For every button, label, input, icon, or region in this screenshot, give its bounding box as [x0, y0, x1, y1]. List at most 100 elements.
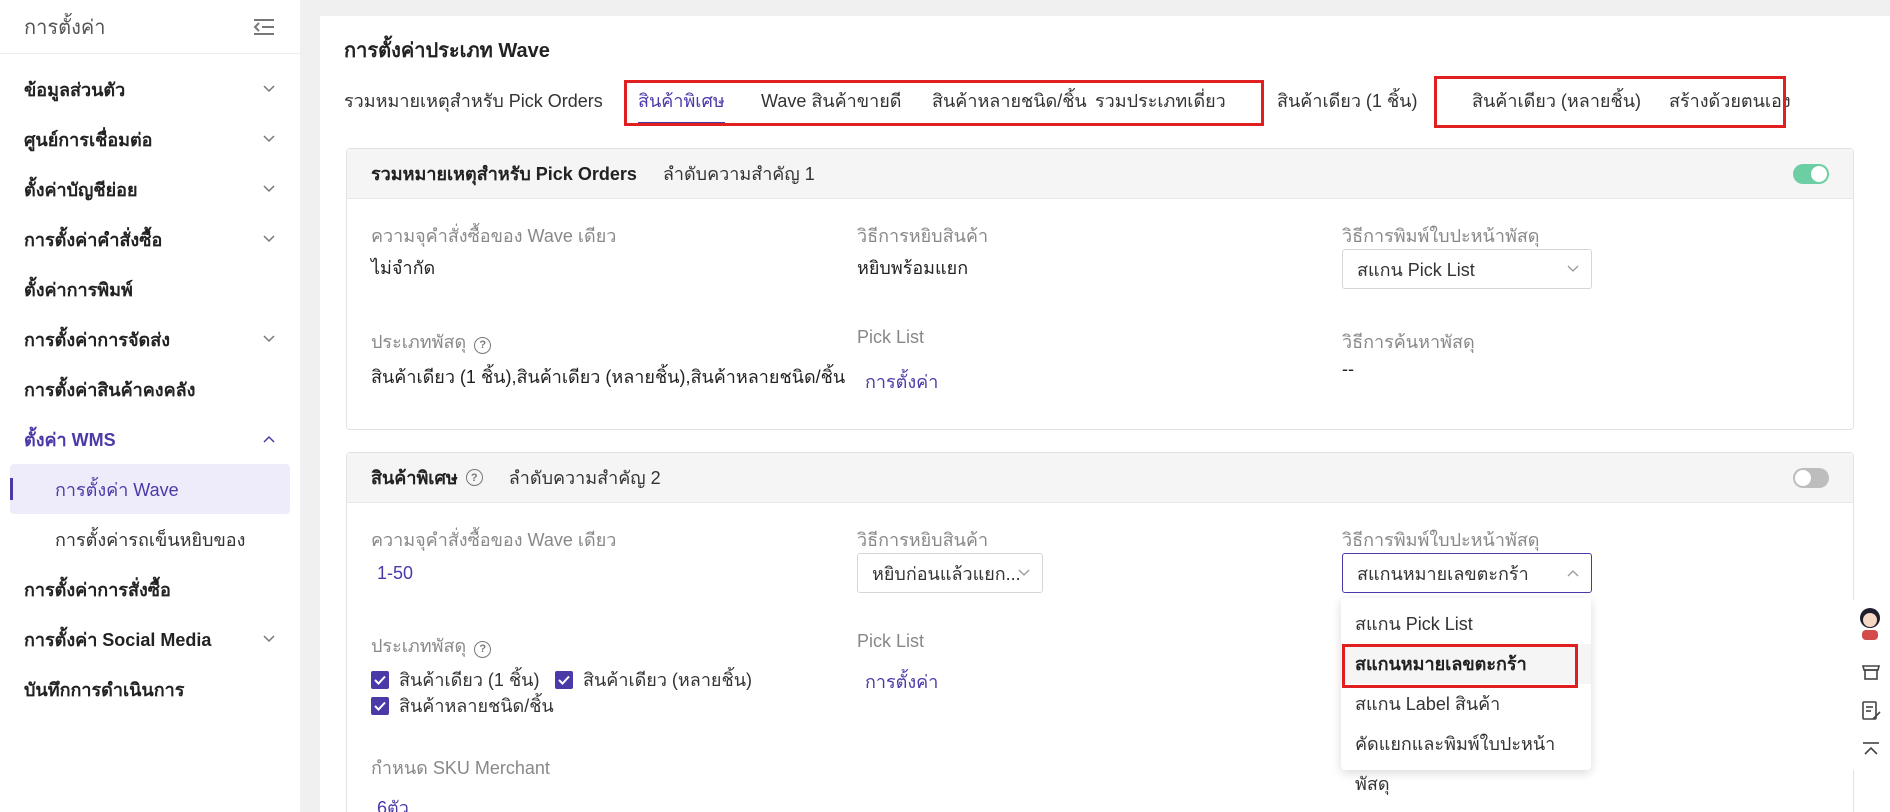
chevron-down-icon: [263, 235, 275, 243]
pick-list-label: Pick List: [857, 327, 925, 347]
sidebar-item-label: การตั้งค่าสินค้าคงคลัง: [24, 379, 196, 400]
enable-toggle[interactable]: [1793, 164, 1829, 184]
sidebar-item-label: ข้อมูลส่วนตัว: [24, 79, 126, 100]
checkbox-checked[interactable]: [371, 670, 389, 689]
dropdown-option[interactable]: คัดแยกและพิมพ์ใบปะหน้าพัสดุ: [1341, 724, 1591, 794]
chevron-down-icon: [263, 335, 275, 343]
card-header: สินค้าพิเศษ ? ลำดับความสำคัญ 2: [347, 453, 1853, 503]
edit-note-icon[interactable]: [1860, 700, 1882, 722]
sidebar-item-purchase-settings[interactable]: การตั้งค่าการสั่งซื้อ: [0, 564, 300, 614]
parcel-type-checkbox[interactable]: สินค้าเดียว (1 ชิ้น): [371, 665, 539, 694]
help-icon[interactable]: ?: [465, 469, 483, 486]
sidebar-item-print-settings[interactable]: ตั้งค่าการพิมพ์: [0, 264, 300, 314]
check-icon: [374, 675, 386, 685]
pick-list-label: Pick List: [857, 631, 925, 651]
sku-value-link[interactable]: 6ตัว: [377, 793, 409, 812]
sidebar-item-label: การตั้งค่าคำสั่งซื้อ: [24, 229, 163, 250]
capacity-label: ความจุคำสั่งซื้อของ Wave เดียว: [371, 530, 617, 550]
wave-rule-card: รวมหมายเหตุสำหรับ Pick Orders ลำดับความส…: [346, 148, 1854, 430]
capacity-value: ไม่จำกัด: [371, 258, 436, 278]
chevron-down-icon: [263, 185, 275, 193]
sidebar-item-operation-log[interactable]: บันทึกการดำเนินการ: [0, 664, 300, 714]
collapse-menu-icon[interactable]: [252, 17, 276, 37]
toggle-knob: [1795, 470, 1811, 486]
sidebar-item-label: ศูนย์การเชื่อมต่อ: [24, 129, 153, 150]
pick-method-select[interactable]: หยิบก่อนแล้วแยก...: [857, 553, 1043, 593]
tab-single-multi[interactable]: สินค้าเดียว (หลายชิ้น): [1472, 86, 1641, 116]
checkbox-label: สินค้าหลายชนิด/ชิ้น: [399, 696, 554, 716]
chevron-down-icon: [263, 635, 275, 643]
wave-rule-card: สินค้าพิเศษ ? ลำดับความสำคัญ 2 ความจุคำส…: [346, 452, 1854, 812]
parcel-type-label-text: ประเภทพัสดุ: [371, 332, 467, 352]
search-method-label: วิธีการค้นหาพัสดุ: [1342, 332, 1475, 352]
support-agent-avatar-icon[interactable]: [1856, 606, 1884, 640]
print-method-dropdown: สแกน Pick List สแกนหมายเลขตะกร้า สแกน La…: [1341, 598, 1591, 794]
pick-method-label: วิธีการหยิบสินค้า: [857, 226, 989, 246]
print-method-select[interactable]: สแกนหมายเลขตะกร้า: [1342, 553, 1592, 593]
enable-toggle[interactable]: [1793, 468, 1829, 488]
sku-label: กำหนด SKU Merchant: [371, 758, 550, 778]
pick-list-settings-link[interactable]: การตั้งค่า: [865, 367, 938, 396]
checkbox-checked[interactable]: [371, 696, 389, 715]
select-value: หยิบก่อนแล้วแยก...: [872, 563, 1021, 584]
chevron-down-icon: [1018, 569, 1030, 576]
help-icon[interactable]: ?: [474, 336, 492, 354]
sidebar-item-order-settings[interactable]: การตั้งค่าคำสั่งซื้อ: [0, 214, 300, 264]
tab-best-seller-wave[interactable]: Wave สินค้าขายดี: [761, 86, 901, 116]
sidebar-subitem-label: การตั้งค่า Wave: [55, 479, 179, 500]
floating-toolbar: [1850, 600, 1890, 770]
tab-single-one[interactable]: สินค้าเดียว (1 ชิ้น): [1277, 86, 1417, 116]
parcel-type-label: ประเภทพัสดุ?: [371, 631, 492, 660]
check-icon: [374, 701, 386, 711]
dropdown-option[interactable]: สแกน Label สินค้า: [1341, 684, 1591, 724]
pick-method-value: หยิบพร้อมแยก: [857, 258, 969, 278]
chevron-up-icon: [263, 435, 275, 443]
print-method-label: วิธีการพิมพ์ใบปะหน้าพัสดุ: [1342, 530, 1540, 550]
tab-merge-single[interactable]: รวมประเภทเดี่ยว: [1095, 86, 1226, 116]
card-title: รวมหมายเหตุสำหรับ Pick Orders: [371, 164, 637, 184]
tab-merge-notes[interactable]: รวมหมายเหตุสำหรับ Pick Orders: [344, 86, 603, 116]
parcel-type-label: ประเภทพัสดุ?: [371, 327, 492, 356]
sidebar-item-integrations[interactable]: ศูนย์การเชื่อมต่อ: [0, 114, 300, 164]
main-panel: การตั้งค่าประเภท Wave รวมหมายเหตุสำหรับ …: [320, 16, 1890, 812]
sidebar-item-label: การตั้งค่า Social Media: [24, 629, 212, 650]
sidebar-subitem-wave-settings[interactable]: การตั้งค่า Wave: [10, 464, 290, 514]
sidebar-item-subaccounts[interactable]: ตั้งค่าบัญชีย่อย: [0, 164, 300, 214]
sidebar-subitem-label: การตั้งค่ารถเข็นหยิบของ: [55, 529, 246, 550]
dropdown-option-selected[interactable]: สแกนหมายเลขตะกร้า: [1341, 644, 1591, 684]
tab-manual[interactable]: สร้างด้วยตนเอง: [1669, 86, 1791, 116]
sidebar-item-profile[interactable]: ข้อมูลส่วนตัว: [0, 64, 300, 114]
tab-special-products[interactable]: สินค้าพิเศษ: [638, 86, 725, 124]
help-icon[interactable]: ?: [474, 640, 492, 658]
sidebar-item-wms-settings[interactable]: ตั้งค่า WMS: [0, 414, 300, 464]
sidebar-title: การตั้งค่า: [24, 16, 106, 39]
sidebar-subitem-pick-cart-settings[interactable]: การตั้งค่ารถเข็นหยิบของ: [10, 514, 290, 564]
capacity-value-link[interactable]: 1-50: [377, 563, 413, 584]
card-priority: ลำดับความสำคัญ 2: [508, 468, 661, 488]
parcel-type-checkbox[interactable]: สินค้าหลายชนิด/ชิ้น: [371, 691, 554, 720]
back-to-top-icon[interactable]: [1860, 740, 1882, 762]
parcel-type-checkbox[interactable]: สินค้าเดียว (หลายชิ้น): [555, 665, 752, 694]
sidebar-item-social-media-settings[interactable]: การตั้งค่า Social Media: [0, 614, 300, 664]
dropdown-option[interactable]: สแกน Pick List: [1341, 604, 1591, 644]
card-priority: ลำดับความสำคัญ 1: [662, 164, 815, 184]
page-title: การตั้งค่าประเภท Wave: [344, 40, 550, 62]
sidebar: การตั้งค่า ข้อมูลส่วนตัว ศูนย์การเชื่อมต…: [0, 0, 300, 812]
parcel-type-value: สินค้าเดียว (1 ชิ้น),สินค้าเดียว (หลายชิ…: [371, 367, 846, 387]
pick-list-settings-link[interactable]: การตั้งค่า: [865, 667, 938, 696]
chevron-down-icon: [263, 85, 275, 93]
store-icon[interactable]: [1860, 660, 1882, 682]
sidebar-item-label: ตั้งค่าการพิมพ์: [24, 279, 133, 300]
sidebar-item-label: บันทึกการดำเนินการ: [24, 679, 185, 700]
sidebar-item-inventory-settings[interactable]: การตั้งค่าสินค้าคงคลัง: [0, 364, 300, 414]
print-method-select[interactable]: สแกน Pick List: [1342, 249, 1592, 289]
chevron-down-icon: [1567, 265, 1579, 272]
print-method-label: วิธีการพิมพ์ใบปะหน้าพัสดุ: [1342, 226, 1540, 246]
checkbox-checked[interactable]: [555, 670, 573, 689]
tab-multi-item[interactable]: สินค้าหลายชนิด/ชิ้น: [932, 86, 1087, 116]
sidebar-header: การตั้งค่า: [0, 0, 300, 54]
pick-method-label: วิธีการหยิบสินค้า: [857, 530, 989, 550]
sidebar-item-label: ตั้งค่า WMS: [24, 429, 116, 450]
parcel-type-label-text: ประเภทพัสดุ: [371, 636, 467, 656]
sidebar-item-shipping-settings[interactable]: การตั้งค่าการจัดส่ง: [0, 314, 300, 364]
